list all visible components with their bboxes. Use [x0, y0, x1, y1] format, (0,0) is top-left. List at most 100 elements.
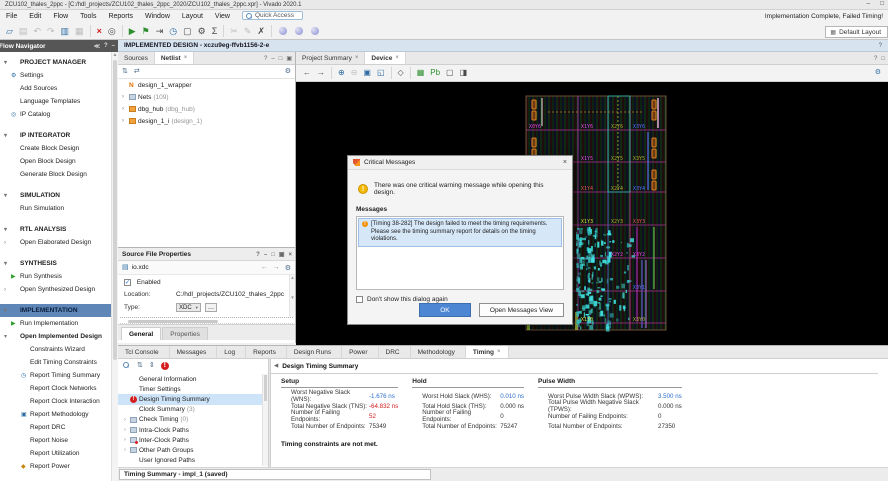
flow-nav-item[interactable]: ▣ Report Methodology [0, 408, 117, 421]
tab-properties[interactable]: Properties [162, 327, 208, 340]
close-icon[interactable]: × [563, 159, 567, 166]
toolbar-icon[interactable]: ▤ [16, 24, 31, 38]
close-icon[interactable]: × [497, 349, 501, 355]
expand-chevron-icon[interactable]: › [122, 106, 129, 112]
results-tab[interactable]: Log [217, 346, 246, 358]
panel-control-icon[interactable]: ▣ [286, 55, 292, 62]
timing-tree-row[interactable]: › Inter-Clock Paths [118, 435, 262, 445]
flow-nav-item[interactable]: ▶ Run Implementation [0, 317, 117, 330]
toolbar-icon[interactable]: ▢ [180, 24, 195, 38]
toolbar-icon[interactable]: ◎ [105, 24, 119, 38]
toolbar-icon[interactable]: Σ [209, 24, 221, 38]
flow-nav-item[interactable]: Language Templates [0, 95, 117, 108]
gear-icon[interactable]: ⚙ [872, 66, 884, 80]
menu-item[interactable]: View [209, 13, 236, 20]
flow-nav-item[interactable]: Add Sources [0, 82, 117, 95]
flow-nav-item[interactable]: Report Clock Interaction [0, 395, 117, 408]
menu-item[interactable]: Window [139, 13, 176, 20]
close-icon[interactable]: × [395, 55, 399, 61]
tab-general[interactable]: General [121, 327, 161, 340]
panel-control-icon[interactable]: ▣ [279, 251, 285, 258]
flow-nav-item[interactable]: ▾ IMPLEMENTATION [0, 304, 117, 317]
netlist-tree-row[interactable]: › design_1_i (design_1) [118, 115, 295, 127]
gear-icon[interactable]: ⚙ [285, 264, 291, 272]
open-messages-view-button[interactable]: Open Messages View [479, 303, 564, 317]
menu-item[interactable]: Tools [74, 13, 102, 20]
toolbar-icon[interactable]: ⇥ [153, 24, 167, 38]
toolbar-icon[interactable] [271, 25, 272, 37]
results-tab[interactable]: Timing × [466, 346, 509, 358]
device-tool-icon[interactable]: → [314, 66, 328, 80]
panel-control-icon[interactable]: – [264, 252, 267, 258]
flow-nav-item[interactable]: ▾ SYNTHESIS [0, 257, 117, 270]
search-icon[interactable] [123, 362, 131, 370]
properties-hscrollbar[interactable] [120, 317, 293, 324]
timing-tree-row[interactable]: › Intra-Clock Paths [118, 425, 262, 435]
results-tab[interactable]: Tcl Console [118, 346, 170, 358]
flow-status-text[interactable]: Implementation Complete, Failed Timing! [765, 13, 883, 20]
tab-netlist[interactable]: Netlist × [155, 52, 194, 64]
menu-item[interactable]: File [0, 13, 23, 20]
quick-access-box[interactable]: Quick Access [242, 11, 303, 20]
back-icon[interactable]: ← [261, 264, 268, 271]
menu-item[interactable]: Flow [47, 13, 74, 20]
panel-control-icon[interactable]: – [271, 56, 274, 62]
close-icon[interactable]: × [355, 55, 359, 61]
tab-device[interactable]: Device × [365, 52, 405, 64]
tree-tool-icon[interactable]: ⇅ [122, 65, 128, 79]
results-tab[interactable]: DRC [379, 346, 411, 358]
type-select[interactable]: XDC ▾ [176, 303, 201, 312]
timing-tree-row[interactable]: General Information [118, 374, 262, 384]
results-tab[interactable]: Reports [246, 346, 287, 358]
flow-nav-item[interactable]: ▶ Run Synthesis [0, 270, 117, 283]
tree-tool-icon[interactable]: ! [161, 362, 169, 370]
flow-nav-item[interactable]: ▾ SIMULATION [0, 189, 117, 202]
message-row[interactable]: ! [Timing 38-282] The design failed to m… [358, 218, 562, 247]
toolbar-icon[interactable] [311, 27, 319, 35]
device-tool-icon[interactable]: ▣ [360, 66, 374, 80]
tab-project-summary[interactable]: Project Summary × [296, 52, 365, 64]
flow-nav-item[interactable]: Create Block Design [0, 142, 117, 155]
toolbar-icon[interactable] [122, 25, 123, 37]
flow-nav-item[interactable]: Report DRC [0, 421, 117, 434]
tab-sources[interactable]: Sources [118, 52, 155, 64]
panel-control-icon[interactable]: – [112, 43, 115, 50]
toolbar-icon[interactable]: ✎ [241, 24, 255, 38]
expand-chevron-icon[interactable]: › [122, 94, 129, 100]
panel-control-icon[interactable]: ? [264, 56, 267, 62]
timing-tree-row[interactable]: Clock Summary (3) [118, 405, 262, 415]
ok-button[interactable]: OK [419, 303, 471, 317]
device-tool-icon[interactable]: ◇ [395, 66, 407, 80]
flow-nav-item[interactable]: ◷ Report Timing Summary [0, 369, 117, 382]
toolbar-icon[interactable] [90, 25, 91, 37]
collapse-icon[interactable]: ◀ [274, 363, 278, 369]
toolbar-icon[interactable]: ▶ [126, 24, 139, 38]
toolbar-icon[interactable]: ✂ [227, 24, 241, 38]
panel-control-icon[interactable]: ? [256, 252, 260, 258]
toolbar-icon[interactable]: ⚑ [139, 24, 153, 38]
netlist-tree-row[interactable]: › Nets (109) [118, 91, 295, 103]
enabled-checkbox[interactable]: ✓ [124, 279, 131, 286]
timing-tree-row[interactable]: › Check Timing (0) [118, 415, 262, 425]
tree-tool-icon[interactable]: ⇄ [134, 65, 140, 79]
dialog-title-bar[interactable]: Critical Messages × [348, 156, 572, 170]
flow-nav-item[interactable]: Run Simulation [0, 202, 117, 215]
toolbar-icon[interactable]: ✗ [254, 24, 268, 38]
messages-list[interactable]: ! [Timing 38-282] The design failed to m… [356, 216, 564, 290]
toolbar-icon[interactable]: ▱ [3, 24, 16, 38]
device-tool-icon[interactable] [391, 67, 392, 79]
flow-nav-item[interactable]: Report Noise [0, 434, 117, 447]
timing-tree-row[interactable]: › Other Path Groups [118, 445, 262, 455]
flow-nav-item[interactable]: ◎ IP Catalog [0, 108, 117, 121]
toolbar-icon[interactable]: ◷ [166, 24, 180, 38]
device-tool-icon[interactable]: ◱ [374, 66, 388, 80]
device-tool-icon[interactable]: ▦ [414, 66, 428, 80]
properties-vscrollbar[interactable]: ▲▼ [289, 275, 295, 317]
tree-tool-icon[interactable]: ⇅ [137, 359, 143, 373]
toolbar-icon[interactable]: × [94, 24, 105, 38]
panel-control-icon[interactable]: ≪ [94, 43, 100, 50]
toolbar-icon[interactable]: ▥ [58, 24, 73, 38]
maximize-icon[interactable]: □ [880, 0, 884, 7]
timing-tree-row[interactable]: Timer Settings [118, 384, 262, 394]
flow-nav-item[interactable]: ▾ Open Implemented Design [0, 330, 117, 343]
